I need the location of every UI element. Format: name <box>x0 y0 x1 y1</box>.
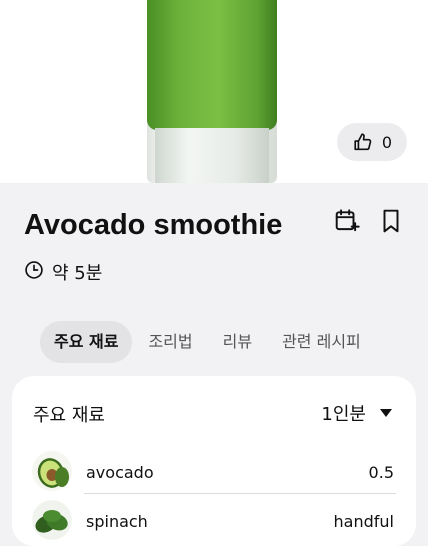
add-to-calendar-icon[interactable] <box>334 208 360 234</box>
cook-time: 약 5분 <box>24 259 102 285</box>
caret-down-icon <box>380 409 392 417</box>
ingredient-divider <box>84 493 396 494</box>
smoothie-image <box>147 0 277 130</box>
clock-icon <box>24 260 44 285</box>
spinach-icon <box>32 500 72 540</box>
ingredient-quantity: handful <box>333 512 394 531</box>
glass-base-image <box>155 128 269 183</box>
ingredient-row-spinach: spinach handful <box>32 496 396 542</box>
tab-reviews[interactable]: 리뷰 <box>209 321 266 363</box>
servings-select[interactable]: 1인분 <box>321 400 392 426</box>
bookmark-icon[interactable] <box>378 208 404 234</box>
recipe-tabs: 주요 재료 조리법 리뷰 관련 레시피 <box>40 321 375 363</box>
tab-related-recipes[interactable]: 관련 레시피 <box>268 321 375 363</box>
recipe-hero-image: 0 <box>0 0 428 183</box>
avocado-icon <box>32 451 72 491</box>
ingredient-name: avocado <box>86 463 154 482</box>
recipe-title: Avocado smoothie <box>24 209 283 241</box>
cook-time-label: 약 5분 <box>52 263 103 284</box>
like-count: 0 <box>381 132 393 152</box>
thumbs-up-icon <box>352 131 374 153</box>
tab-main-ingredients[interactable]: 주요 재료 <box>40 321 133 363</box>
ingredient-name: spinach <box>86 512 148 531</box>
servings-value: 1인분 <box>321 404 366 425</box>
ingredient-row-avocado: avocado 0.5 <box>32 447 396 493</box>
ingredients-title: 주요 재료 <box>33 405 105 426</box>
ingredients-card: 주요 재료 1인분 avocado 0.5 spinach handful <box>12 376 416 546</box>
tab-recipe-steps[interactable]: 조리법 <box>134 321 206 363</box>
ingredient-quantity: 0.5 <box>368 463 394 482</box>
like-button[interactable]: 0 <box>337 123 407 161</box>
